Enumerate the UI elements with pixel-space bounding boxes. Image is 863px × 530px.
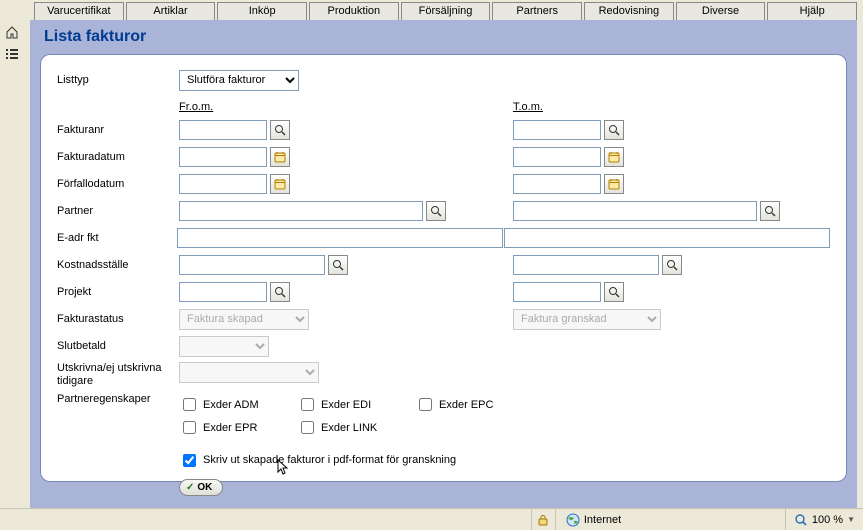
search-icon [332,259,344,271]
zoom-icon [794,513,808,527]
label-fakturanr: Fakturanr [57,124,179,136]
partner-from-lookup-button[interactable] [426,201,446,221]
label-from: Fr.o.m. [179,101,213,113]
kostnadsstalle-from-lookup-button[interactable] [328,255,348,275]
search-icon [274,124,286,136]
filter-panel: Listtyp Slutföra fakturor Fr.o.m. T.o.m.… [40,54,847,482]
calendar-icon [608,178,620,190]
search-icon [608,124,620,136]
forfallodatum-from-input[interactable] [179,174,267,194]
search-icon [666,259,678,271]
slutbetald-select [179,336,269,357]
tab-hjalp[interactable]: Hjälp [767,2,857,20]
search-icon [764,205,776,217]
left-nav [4,24,26,62]
kostnadsstalle-to-lookup-button[interactable] [662,255,682,275]
calendar-icon [274,178,286,190]
prop-exder-adm[interactable]: Exder ADM [179,395,279,414]
tab-redovisning[interactable]: Redovisning [584,2,674,20]
search-icon [430,205,442,217]
tab-varucertifikat[interactable]: Varucertifikat [34,2,124,20]
listtyp-select[interactable]: Slutföra fakturor [179,70,299,91]
partner-to-input[interactable] [513,201,757,221]
list-icon[interactable] [4,46,20,62]
tab-artiklar[interactable]: Artiklar [126,2,216,20]
fakturadatum-to-input[interactable] [513,147,601,167]
label-partner: Partner [57,205,179,217]
prop-exder-epc[interactable]: Exder EPC [415,395,515,414]
print-pdf-checkbox[interactable]: Skriv ut skapade fakturor i pdf-format f… [179,451,456,470]
partner-to-lookup-button[interactable] [760,201,780,221]
eadr-to-input[interactable] [504,228,830,248]
forfallodatum-from-calendar-button[interactable] [270,174,290,194]
label-kostnadsstalle: Kostnadsställe [57,259,179,271]
tab-partners[interactable]: Partners [492,2,582,20]
fakturadatum-to-calendar-button[interactable] [604,147,624,167]
label-forfallodatum: Förfallodatum [57,178,179,190]
ok-button[interactable]: ✓ OK [179,479,223,496]
zoom-chevron-icon[interactable]: ▼ [847,515,855,524]
prop-exder-epr[interactable]: Exder EPR [179,418,279,437]
forfallodatum-to-calendar-button[interactable] [604,174,624,194]
status-bar: Internet 100 % ▼ [0,508,863,530]
projekt-from-lookup-button[interactable] [270,282,290,302]
content-area: Lista fakturor Listtyp Slutföra fakturor… [30,20,857,508]
fakturanr-to-input[interactable] [513,120,601,140]
fakturastatus-from-select: Faktura skapad [179,309,309,330]
fakturanr-from-input[interactable] [179,120,267,140]
utskrivna-select [179,362,319,383]
search-icon [608,286,620,298]
fakturadatum-from-calendar-button[interactable] [270,147,290,167]
lock-icon [537,514,549,526]
main-tabs: Varucertifikat Artiklar Inköp Produktion… [0,0,863,20]
label-utskrivna: Utskrivna/ej utskrivna tidigare [57,362,179,388]
fakturadatum-from-input[interactable] [179,147,267,167]
label-partneregenskaper: Partneregenskaper [57,393,179,405]
calendar-icon [608,151,620,163]
fakturastatus-to-select: Faktura granskad [513,309,661,330]
prop-exder-edi[interactable]: Exder EDI [297,395,397,414]
kostnadsstalle-from-input[interactable] [179,255,325,275]
kostnadsstalle-to-input[interactable] [513,255,659,275]
forfallodatum-to-input[interactable] [513,174,601,194]
label-listtyp: Listtyp [57,74,179,86]
calendar-icon [274,151,286,163]
projekt-to-lookup-button[interactable] [604,282,624,302]
status-zone: Internet [584,514,621,526]
label-projekt: Projekt [57,286,179,298]
fakturanr-to-lookup-button[interactable] [604,120,624,140]
label-fakturastatus: Fakturastatus [57,313,179,325]
check-icon: ✓ [186,482,194,493]
label-eadr: E-adr fkt [57,232,177,244]
label-to: T.o.m. [513,101,543,113]
search-icon [274,286,286,298]
fakturanr-from-lookup-button[interactable] [270,120,290,140]
page-title: Lista fakturor [44,28,847,46]
globe-icon [566,513,580,527]
prop-exder-link[interactable]: Exder LINK [297,418,397,437]
tab-produktion[interactable]: Produktion [309,2,399,20]
label-fakturadatum: Fakturadatum [57,151,179,163]
tab-diverse[interactable]: Diverse [676,2,766,20]
eadr-from-input[interactable] [177,228,503,248]
label-slutbetald: Slutbetald [57,340,179,352]
tab-forsaljning[interactable]: Försäljning [401,2,491,20]
status-zoom: 100 % [812,514,843,526]
partner-from-input[interactable] [179,201,423,221]
home-icon[interactable] [4,24,20,40]
projekt-from-input[interactable] [179,282,267,302]
tab-inkop[interactable]: Inköp [217,2,307,20]
projekt-to-input[interactable] [513,282,601,302]
